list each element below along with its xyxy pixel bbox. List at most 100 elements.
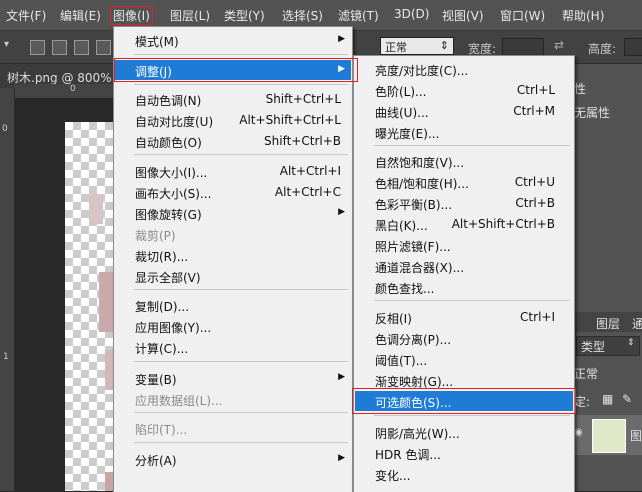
menu-item-posterize[interactable]: 色调分离(P)... — [355, 328, 573, 348]
shadows-label: 阴影/高光(W)... — [375, 427, 460, 441]
add-selection-icon[interactable] — [52, 40, 67, 55]
menu-item-brightness-contrast[interactable]: 亮度/对比度(C)... — [355, 59, 573, 79]
menu-layer[interactable]: 图层(L) — [170, 7, 210, 24]
menu-filter[interactable]: 滤镜(T) — [338, 7, 379, 24]
menu-item-threshold[interactable]: 阈值(T)... — [355, 349, 573, 369]
menu-item-curves[interactable]: 曲线(U)... Ctrl+M — [355, 101, 573, 121]
menu-item-variables[interactable]: 变量(B) ▶ — [115, 368, 351, 388]
menu-item-auto-contrast[interactable]: 自动对比度(U) Alt+Shift+Ctrl+L — [115, 110, 351, 130]
subtract-selection-icon[interactable] — [74, 40, 89, 55]
new-selection-icon[interactable] — [30, 40, 45, 55]
menu-select[interactable]: 选择(S) — [282, 7, 323, 24]
menu-separator — [134, 84, 348, 85]
swap-icon[interactable]: ⇄ — [554, 38, 564, 52]
menu-item-mode[interactable]: 模式(M) ▶ — [115, 30, 351, 50]
menu-help[interactable]: 帮助(H) — [562, 7, 604, 24]
properties-tab[interactable]: 性 — [574, 80, 586, 97]
menu-separator — [374, 145, 570, 146]
tool-preset-arrow-icon[interactable]: ▾ — [4, 39, 9, 50]
menu-item-invert[interactable]: 反相(I) Ctrl+I — [355, 307, 573, 327]
apply-image-label: 应用图像(Y)... — [135, 321, 212, 335]
menu-item-trap: 陷印(T)... — [115, 418, 351, 438]
intersect-selection-icon[interactable] — [96, 40, 111, 55]
ruler-left: 0 1 — [0, 88, 15, 491]
width-field[interactable] — [502, 38, 544, 56]
adjust-label: 调整(J) — [135, 65, 172, 79]
adjust-submenu: 亮度/对比度(C)... 色阶(L)... Ctrl+L 曲线(U)... Ctrl… — [353, 55, 575, 492]
menu-item-canvas-size[interactable]: 画布大小(S)... Alt+Ctrl+C — [115, 182, 351, 202]
calculations-label: 计算(C)... — [135, 342, 189, 356]
ruler-top: 0 — [14, 84, 114, 98]
menu-item-black-white[interactable]: 黑白(K)... Alt+Shift+Ctrl+B — [355, 214, 573, 234]
brush-lock-icon[interactable]: ✎ — [622, 392, 632, 406]
visibility-eye-icon[interactable]: ◉ — [574, 427, 583, 438]
tab-channels[interactable]: 通 — [632, 315, 642, 332]
menu-item-color-balance[interactable]: 色彩平衡(B)... Ctrl+B — [355, 193, 573, 213]
menu-window[interactable]: 窗口(W) — [500, 7, 545, 24]
menu-item-photo-filter[interactable]: 照片滤镜(F)... — [355, 235, 573, 255]
menu-edit[interactable]: 编辑(E) — [60, 7, 101, 24]
style-select[interactable]: 正常 ⇕ — [380, 37, 454, 55]
variables-label: 变量(B) — [135, 373, 177, 387]
menu-item-rotate[interactable]: 图像旋转(G) ▶ — [115, 203, 351, 223]
menu-item-levels[interactable]: 色阶(L)... Ctrl+L — [355, 80, 573, 100]
menu-item-calculations[interactable]: 计算(C)... — [115, 337, 351, 357]
menu-image[interactable]: 图像(I) — [110, 6, 153, 25]
ruler-left-zero: 0 — [2, 124, 8, 134]
menu-item-selective-color[interactable]: 可选颜色(S)... — [355, 391, 573, 411]
rotate-label: 图像旋转(G) — [135, 208, 202, 222]
analysis-label: 分析(A) — [135, 454, 177, 468]
menu-item-hue-saturation[interactable]: 色相/饱和度(H)... Ctrl+U — [355, 172, 573, 192]
style-select-value: 正常 — [385, 41, 407, 54]
vibrance-label: 自然饱和度(V)... — [375, 156, 465, 170]
hdr-label: HDR 色调... — [375, 448, 441, 462]
layers-tab-strip: 图层 通 — [574, 312, 642, 332]
menu-item-analysis[interactable]: 分析(A) ▶ — [115, 449, 351, 469]
layer-row[interactable]: ◉ 图 — [574, 415, 642, 455]
lock-pixels-icon[interactable]: ▦ — [602, 392, 613, 406]
kind-filter-select[interactable]: 类型 ⇕ — [576, 336, 640, 356]
menu-type[interactable]: 类型(Y) — [224, 7, 265, 24]
blend-mode-value[interactable]: 正常 — [574, 365, 598, 382]
menu-item-variations[interactable]: 变化... — [355, 464, 573, 484]
curves-shortcut: Ctrl+M — [513, 104, 555, 118]
menu-item-reveal-all[interactable]: 显示全部(V) — [115, 266, 351, 286]
image-size-shortcut: Alt+Ctrl+I — [279, 164, 341, 178]
submenu-arrow-icon: ▶ — [338, 34, 345, 44]
menu-view[interactable]: 视图(V) — [442, 7, 484, 24]
menu-separator — [134, 412, 348, 413]
menu-item-shadows-highlights[interactable]: 阴影/高光(W)... — [355, 422, 573, 442]
menu-item-vibrance[interactable]: 自然饱和度(V)... — [355, 151, 573, 171]
image-pixel — [89, 194, 103, 224]
menu-file[interactable]: 文件(F) — [6, 7, 46, 24]
menu-item-exposure[interactable]: 曝光度(E)... — [355, 122, 573, 142]
menu-item-apply-image[interactable]: 应用图像(Y)... — [115, 316, 351, 336]
select-arrow-icon: ⇕ — [627, 338, 635, 348]
menu-item-channel-mixer[interactable]: 通道混合器(X)... — [355, 256, 573, 276]
menu-item-auto-tone[interactable]: 自动色调(N) Shift+Ctrl+L — [115, 89, 351, 109]
submenu-arrow-icon: ▶ — [338, 64, 345, 74]
menu-item-trim[interactable]: 裁切(R)... — [115, 245, 351, 265]
height-field[interactable] — [624, 38, 642, 56]
menu-item-adjust[interactable]: 调整(J) ▶ — [115, 60, 351, 80]
menu-item-image-size[interactable]: 图像大小(I)... Alt+Ctrl+I — [115, 161, 351, 181]
menu-3d[interactable]: 3D(D) — [394, 7, 429, 21]
image-size-label: 图像大小(I)... — [135, 166, 208, 180]
menu-item-hdr-toning[interactable]: HDR 色调... — [355, 443, 573, 463]
tab-layers[interactable]: 图层 — [596, 315, 620, 332]
menu-separator — [134, 289, 348, 290]
layer-name: 图 — [630, 429, 642, 443]
menu-item-auto-color[interactable]: 自动颜色(O) Shift+Ctrl+B — [115, 131, 351, 151]
menu-item-color-lookup[interactable]: 颜色查找... — [355, 277, 573, 297]
hue-sat-shortcut: Ctrl+U — [514, 175, 555, 189]
menu-item-gradient-map[interactable]: 渐变映射(G)... — [355, 370, 573, 390]
selective-color-label: 可选颜色(S)... — [375, 396, 452, 410]
gradient-map-label: 渐变映射(G)... — [375, 375, 454, 389]
bw-label: 黑白(K)... — [375, 219, 428, 233]
menu-item-duplicate[interactable]: 复制(D)... — [115, 295, 351, 315]
auto-tone-shortcut: Shift+Ctrl+L — [265, 92, 341, 106]
trim-label: 裁切(R)... — [135, 250, 189, 264]
auto-contrast-shortcut: Alt+Shift+Ctrl+L — [239, 113, 341, 127]
menu-item-apply-dataset: 应用数据组(L)... — [115, 389, 351, 409]
brightness-label: 亮度/对比度(C)... — [375, 64, 469, 78]
